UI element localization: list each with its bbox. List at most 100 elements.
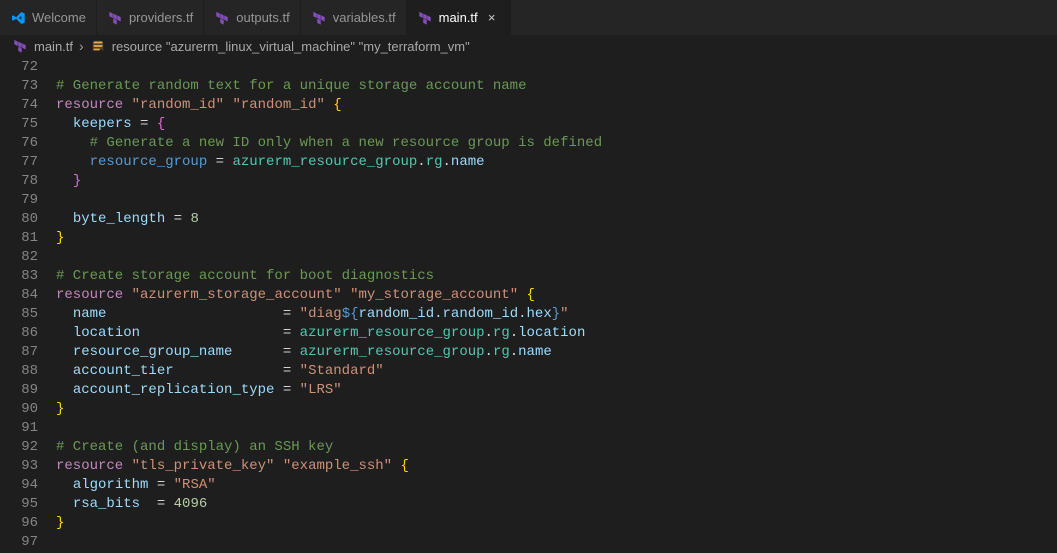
code-token — [56, 306, 73, 322]
code-token — [56, 382, 73, 398]
code-line[interactable]: keepers = { — [56, 115, 1057, 134]
code-line[interactable]: # Create (and display) an SSH key — [56, 438, 1057, 457]
line-number: 89 — [0, 381, 38, 400]
line-number: 76 — [0, 134, 38, 153]
code-token: "RSA" — [174, 477, 216, 493]
line-number: 82 — [0, 248, 38, 267]
code-token: 4096 — [174, 496, 208, 512]
code-token: # Create storage account for boot diagno… — [56, 268, 434, 284]
code-token: resource_group — [90, 154, 208, 170]
code-token: "my_storage_account" — [350, 287, 518, 303]
code-line[interactable]: byte_length = 8 — [56, 210, 1057, 229]
breadcrumb-file[interactable]: main.tf — [34, 39, 73, 54]
code-line[interactable]: } — [56, 400, 1057, 419]
code-token: account_replication_type — [73, 382, 275, 398]
code-line[interactable]: } — [56, 514, 1057, 533]
code-line[interactable]: rsa_bits = 4096 — [56, 495, 1057, 514]
line-number: 73 — [0, 77, 38, 96]
code-token — [123, 287, 131, 303]
code-line[interactable]: account_tier = "Standard" — [56, 362, 1057, 381]
tab-variables-tf[interactable]: variables.tf — [301, 0, 407, 35]
code-token — [56, 173, 73, 189]
code-line[interactable]: account_replication_type = "LRS" — [56, 381, 1057, 400]
code-line[interactable] — [56, 533, 1057, 552]
breadcrumb[interactable]: main.tf › resource "azurerm_linux_virtua… — [0, 35, 1057, 57]
code-line[interactable]: name = "diag${random_id.random_id.hex}" — [56, 305, 1057, 324]
code-token — [56, 154, 90, 170]
code-line[interactable]: # Create storage account for boot diagno… — [56, 267, 1057, 286]
code-token: azurerm_resource_group — [232, 154, 417, 170]
code-line[interactable]: } — [56, 229, 1057, 248]
code-line[interactable]: } — [56, 172, 1057, 191]
code-line[interactable] — [56, 58, 1057, 77]
code-line[interactable]: # Generate random text for a unique stor… — [56, 77, 1057, 96]
code-token: "random_id" — [132, 97, 224, 113]
code-token: = — [216, 154, 224, 170]
code-line[interactable]: location = azurerm_resource_group.rg.loc… — [56, 324, 1057, 343]
code-line[interactable]: # Generate a new ID only when a new reso… — [56, 134, 1057, 153]
code-token: resource — [56, 97, 123, 113]
code-line[interactable]: resource "random_id" "random_id" { — [56, 96, 1057, 115]
code-token — [291, 325, 299, 341]
code-token — [140, 496, 157, 512]
code-token — [140, 325, 283, 341]
code-token: resource — [56, 287, 123, 303]
code-token — [123, 97, 131, 113]
close-icon[interactable]: × — [484, 10, 500, 25]
code-token — [165, 496, 173, 512]
code-token — [56, 135, 90, 151]
code-token — [207, 154, 215, 170]
tab-outputs-tf[interactable]: outputs.tf — [204, 0, 300, 35]
code-content[interactable]: # Generate random text for a unique stor… — [56, 57, 1057, 553]
code-line[interactable]: resource_group_name = azurerm_resource_g… — [56, 343, 1057, 362]
code-token: "example_ssh" — [283, 458, 392, 474]
line-number: 86 — [0, 324, 38, 343]
code-line[interactable] — [56, 419, 1057, 438]
tab-main-tf[interactable]: main.tf× — [407, 0, 511, 35]
code-token: " — [560, 306, 568, 322]
line-number: 80 — [0, 210, 38, 229]
code-token — [106, 306, 282, 322]
code-line[interactable]: resource "tls_private_key" "example_ssh"… — [56, 457, 1057, 476]
code-token: location — [73, 325, 140, 341]
line-number: 84 — [0, 286, 38, 305]
code-token — [291, 382, 299, 398]
code-token: keepers — [73, 116, 132, 132]
code-token: . — [510, 325, 518, 341]
code-token — [291, 344, 299, 360]
code-token: = — [283, 363, 291, 379]
code-token: . — [485, 344, 493, 360]
line-number: 83 — [0, 267, 38, 286]
line-number: 72 — [0, 58, 38, 77]
line-number: 92 — [0, 438, 38, 457]
symbol-icon — [90, 38, 106, 54]
code-token: rg — [426, 154, 443, 170]
line-number: 90 — [0, 400, 38, 419]
code-line[interactable]: resource "azurerm_storage_account" "my_s… — [56, 286, 1057, 305]
code-editor[interactable]: 7273747576777879808182838485868788899091… — [0, 57, 1057, 553]
code-token: = — [174, 211, 182, 227]
code-token: = — [157, 496, 165, 512]
code-line[interactable]: algorithm = "RSA" — [56, 476, 1057, 495]
terraform-icon — [417, 10, 433, 26]
tab-Welcome[interactable]: Welcome — [0, 0, 97, 35]
code-token: 8 — [190, 211, 198, 227]
code-token: resource — [56, 458, 123, 474]
line-number: 87 — [0, 343, 38, 362]
code-line[interactable]: resource_group = azurerm_resource_group.… — [56, 153, 1057, 172]
code-token — [165, 211, 173, 227]
code-line[interactable] — [56, 191, 1057, 210]
code-token — [274, 382, 282, 398]
code-token — [165, 477, 173, 493]
code-token: } — [73, 173, 81, 189]
code-line[interactable] — [56, 248, 1057, 267]
code-token — [291, 306, 299, 322]
code-token: name — [451, 154, 485, 170]
tab-providers-tf[interactable]: providers.tf — [97, 0, 204, 35]
code-token: azurerm_resource_group — [300, 344, 485, 360]
code-token: resource_group_name — [73, 344, 233, 360]
line-number: 97 — [0, 533, 38, 552]
breadcrumb-symbol[interactable]: resource "azurerm_linux_virtual_machine"… — [112, 39, 470, 54]
tab-label: Welcome — [32, 10, 86, 25]
line-number: 96 — [0, 514, 38, 533]
